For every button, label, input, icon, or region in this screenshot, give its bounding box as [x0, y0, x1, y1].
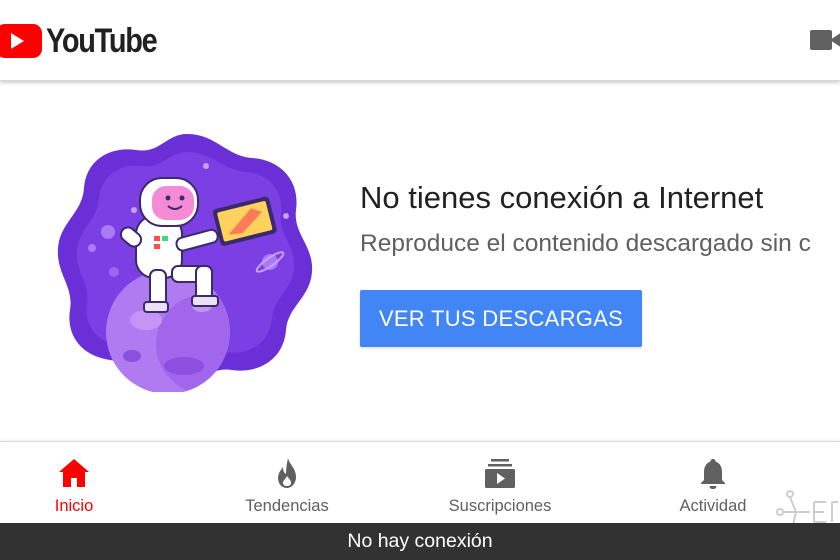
- snackbar-message: No hay conexión: [347, 530, 493, 552]
- bell-icon: [701, 459, 725, 489]
- youtube-play-icon: [0, 24, 42, 58]
- nav-label-trending: Tendencias: [245, 497, 329, 515]
- app-name: YouTube: [46, 21, 158, 60]
- nav-item-home[interactable]: Inicio: [0, 442, 174, 524]
- top-app-bar: YouTube: [0, 0, 840, 81]
- video-camera-icon[interactable]: [810, 30, 840, 50]
- home-icon: [59, 459, 89, 487]
- view-downloads-button[interactable]: VER TUS DESCARGAS: [360, 290, 642, 347]
- offline-snackbar: No hay conexión: [0, 523, 840, 560]
- nav-item-trending[interactable]: Tendencias: [187, 442, 387, 524]
- nav-label-home: Inicio: [54, 497, 94, 515]
- bottom-navigation: Inicio Tendencias Suscripciones Activida…: [0, 441, 840, 524]
- subscriptions-icon: [485, 459, 515, 488]
- youtube-logo[interactable]: YouTube: [0, 22, 176, 60]
- astronaut-on-planet-illustration: [57, 134, 313, 392]
- flame-icon: [278, 458, 296, 488]
- nav-item-subscriptions[interactable]: Suscripciones: [400, 442, 600, 524]
- nav-label-subscriptions: Suscripciones: [448, 497, 552, 515]
- offline-subtitle: Reproduce el contenido descargado sin c: [360, 230, 811, 257]
- offline-title: No tienes conexión a Internet: [360, 180, 764, 215]
